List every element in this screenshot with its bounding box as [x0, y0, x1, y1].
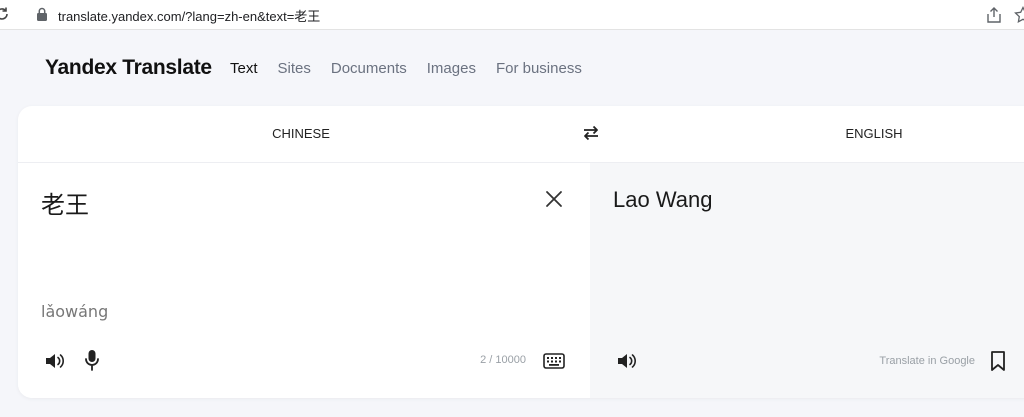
nav-images[interactable]: Images — [427, 60, 476, 77]
nav-for-business[interactable]: For business — [496, 60, 582, 77]
app-logo[interactable]: Yandex Translate — [45, 56, 212, 80]
nav-documents[interactable]: Documents — [331, 60, 407, 77]
keyboard-icon[interactable] — [543, 353, 565, 369]
target-language-selector[interactable]: ENGLISH — [758, 126, 990, 141]
translation-output: Lao Wang — [613, 187, 713, 212]
source-language-selector[interactable]: CHINESE — [18, 126, 584, 141]
nav-text[interactable]: Text — [230, 60, 258, 77]
speaker-icon[interactable] — [616, 351, 638, 371]
translator-card: CHINESE ENGLISH 老王 lǎowáng 2 / 10000 Lao… — [18, 106, 1024, 398]
source-text-input[interactable]: 老王 — [41, 185, 89, 220]
translate-in-google-link[interactable]: Translate in Google — [840, 355, 975, 367]
url-text[interactable]: translate.yandex.com/?lang=zh-en&text=老王 — [58, 6, 320, 25]
language-bar: CHINESE ENGLISH — [18, 106, 1024, 163]
star-icon[interactable] — [1014, 6, 1024, 24]
microphone-icon[interactable] — [84, 349, 100, 371]
browser-address-bar: translate.yandex.com/?lang=zh-en&text=老王 — [0, 0, 1024, 30]
speaker-icon[interactable] — [44, 351, 66, 371]
character-counter: 2 / 10000 — [480, 354, 526, 366]
main-nav: Text Sites Documents Images For business — [230, 60, 582, 77]
close-icon[interactable] — [545, 190, 563, 208]
lock-icon[interactable] — [36, 7, 48, 21]
transliteration: lǎowáng — [41, 302, 109, 321]
source-pane: 老王 lǎowáng 2 / 10000 — [18, 163, 590, 398]
share-icon[interactable] — [985, 6, 1003, 24]
target-pane: Lao Wang Translate in Google — [590, 163, 1024, 398]
swap-languages-icon[interactable] — [581, 123, 601, 143]
reload-icon[interactable] — [0, 6, 10, 22]
nav-sites[interactable]: Sites — [278, 60, 311, 77]
bookmark-icon[interactable] — [990, 350, 1006, 372]
